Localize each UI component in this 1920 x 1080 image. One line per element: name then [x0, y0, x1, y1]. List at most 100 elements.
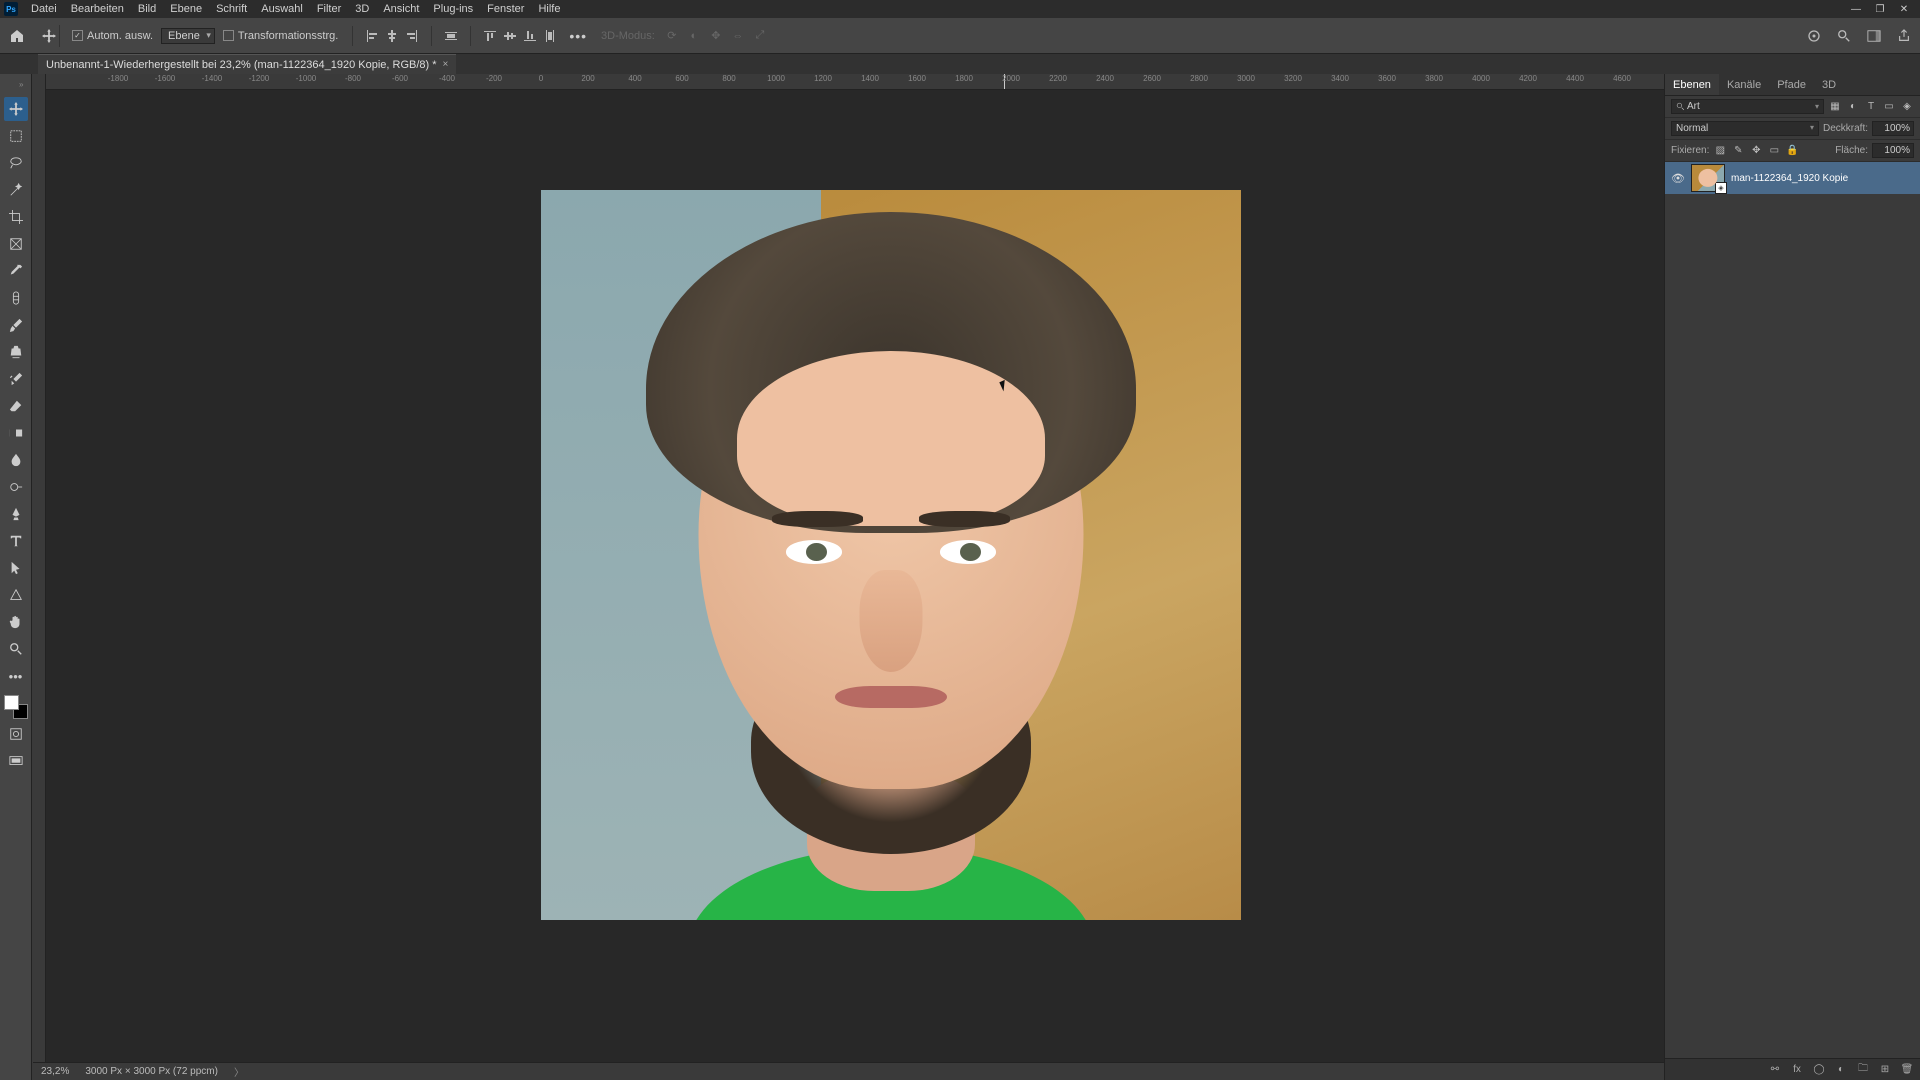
hand-tool[interactable]	[4, 610, 28, 634]
horizontal-ruler[interactable]: -1800-1600-1400-1200-1000-800-600-400-20…	[46, 74, 1664, 90]
transform-controls-checkbox[interactable]: Transformationsstrg.	[219, 30, 342, 42]
panel-tab-pfade[interactable]: Pfade	[1769, 74, 1814, 95]
lasso-tool[interactable]	[4, 151, 28, 175]
maximize-button[interactable]: ❐	[1868, 1, 1892, 17]
filter-shape-icon[interactable]: ▭	[1882, 100, 1896, 114]
brush-tool[interactable]	[4, 313, 28, 337]
align-vcenter-button[interactable]	[501, 27, 519, 45]
menu-plug-ins[interactable]: Plug-ins	[426, 3, 480, 15]
layer-filter-dropdown[interactable]: Art ▾	[1671, 99, 1824, 114]
menu-fenster[interactable]: Fenster	[480, 3, 531, 15]
foreground-color-swatch[interactable]	[4, 695, 19, 710]
ruler-tick: 1600	[908, 74, 926, 83]
menu-auswahl[interactable]: Auswahl	[254, 3, 310, 15]
menu-ansicht[interactable]: Ansicht	[376, 3, 426, 15]
workspace-button[interactable]	[1864, 26, 1884, 46]
lock-position-icon[interactable]: ✥	[1749, 144, 1763, 158]
filter-type-icon[interactable]: T	[1864, 100, 1878, 114]
tools-expand-icon[interactable]: »	[19, 80, 29, 90]
3d-scale-icon: ⤢	[751, 27, 769, 45]
minimize-button[interactable]: —	[1844, 1, 1868, 17]
healing-brush-tool[interactable]	[4, 286, 28, 310]
path-selection-tool[interactable]	[4, 556, 28, 580]
frame-tool[interactable]	[4, 232, 28, 256]
menu-filter[interactable]: Filter	[310, 3, 348, 15]
search-icon	[1676, 102, 1685, 111]
align-top-button[interactable]	[481, 27, 499, 45]
layer-mask-button[interactable]: ◯	[1812, 1063, 1826, 1077]
panel-tab-ebenen[interactable]: Ebenen	[1665, 74, 1719, 95]
auto-select-checkbox[interactable]: Autom. ausw.	[68, 30, 157, 42]
lock-pixels-icon[interactable]: ✎	[1731, 144, 1745, 158]
history-brush-tool[interactable]	[4, 367, 28, 391]
cloud-docs-button[interactable]	[1804, 26, 1824, 46]
link-layers-button[interactable]: ⚯	[1768, 1063, 1782, 1077]
panel-tab-3d[interactable]: 3D	[1814, 74, 1844, 95]
lock-all-icon[interactable]: 🔒	[1785, 144, 1799, 158]
status-info-menu[interactable]: 〉	[234, 1064, 244, 1079]
canvas-area[interactable]	[46, 90, 1664, 1080]
canvas-image[interactable]	[541, 190, 1241, 920]
type-tool[interactable]	[4, 529, 28, 553]
color-swatches[interactable]	[4, 695, 28, 719]
menu-schrift[interactable]: Schrift	[209, 3, 254, 15]
move-tool[interactable]	[4, 97, 28, 121]
search-button[interactable]	[1834, 26, 1854, 46]
filter-adjustment-icon[interactable]: ◐	[1846, 100, 1860, 114]
adjustment-layer-button[interactable]: ◐	[1834, 1063, 1848, 1077]
distribute-button[interactable]	[442, 27, 460, 45]
menu-bearbeiten[interactable]: Bearbeiten	[64, 3, 131, 15]
align-bottom-button[interactable]	[521, 27, 539, 45]
clone-stamp-tool[interactable]	[4, 340, 28, 364]
layer-visibility-toggle[interactable]: 👁	[1671, 172, 1685, 185]
menu-hilfe[interactable]: Hilfe	[531, 3, 567, 15]
layer-row[interactable]: 👁 ◈ man-1122364_1920 Kopie	[1665, 162, 1920, 194]
edit-toolbar-button[interactable]: •••	[4, 664, 28, 688]
gradient-tool[interactable]	[4, 421, 28, 445]
document-tab[interactable]: Unbenannt-1-Wiederhergestellt bei 23,2% …	[38, 54, 456, 74]
more-options-button[interactable]: •••	[563, 28, 593, 44]
blend-mode-dropdown[interactable]: Normal	[1671, 121, 1819, 136]
fill-input[interactable]: 100%	[1872, 143, 1914, 158]
vertical-ruler[interactable]	[32, 74, 46, 1080]
close-button[interactable]: ✕	[1892, 1, 1916, 17]
align-left-button[interactable]	[363, 27, 381, 45]
dodge-tool[interactable]	[4, 475, 28, 499]
shape-tool[interactable]	[4, 583, 28, 607]
zoom-level[interactable]: 23,2%	[41, 1066, 69, 1077]
delete-layer-button[interactable]: 🗑	[1900, 1063, 1914, 1077]
menu-datei[interactable]: Datei	[24, 3, 64, 15]
menu-ebene[interactable]: Ebene	[163, 3, 209, 15]
auto-select-target-dropdown[interactable]: Ebene	[161, 28, 215, 44]
menu-3d[interactable]: 3D	[348, 3, 376, 15]
screen-mode-button[interactable]	[4, 749, 28, 773]
close-tab-button[interactable]: ×	[443, 59, 449, 70]
share-button[interactable]	[1894, 26, 1914, 46]
layer-name[interactable]: man-1122364_1920 Kopie	[1731, 173, 1848, 184]
filter-pixel-icon[interactable]: ▦	[1828, 100, 1842, 114]
quick-mask-button[interactable]	[4, 722, 28, 746]
lock-transparency-icon[interactable]: ▨	[1713, 144, 1727, 158]
layer-thumbnail[interactable]: ◈	[1691, 164, 1725, 192]
new-layer-button[interactable]: ⊞	[1878, 1063, 1892, 1077]
distribute-v-button[interactable]	[541, 27, 559, 45]
pen-tool[interactable]	[4, 502, 28, 526]
marquee-tool[interactable]	[4, 124, 28, 148]
zoom-tool[interactable]	[4, 637, 28, 661]
align-right-button[interactable]	[403, 27, 421, 45]
magic-wand-tool[interactable]	[4, 178, 28, 202]
group-layers-button[interactable]: 🗀	[1856, 1063, 1870, 1077]
opacity-input[interactable]: 100%	[1872, 121, 1914, 136]
blur-tool[interactable]	[4, 448, 28, 472]
layer-fx-button[interactable]: fx	[1790, 1063, 1804, 1077]
crop-tool[interactable]	[4, 205, 28, 229]
home-button[interactable]	[6, 25, 28, 47]
menu-bild[interactable]: Bild	[131, 3, 163, 15]
lock-artboard-icon[interactable]: ▭	[1767, 144, 1781, 158]
eraser-tool[interactable]	[4, 394, 28, 418]
align-hcenter-button[interactable]	[383, 27, 401, 45]
panel-tab-kanäle[interactable]: Kanäle	[1719, 74, 1769, 95]
move-tool-indicator[interactable]	[38, 25, 60, 47]
eyedropper-tool[interactable]	[4, 259, 28, 283]
filter-smartobject-icon[interactable]: ◈	[1900, 100, 1914, 114]
